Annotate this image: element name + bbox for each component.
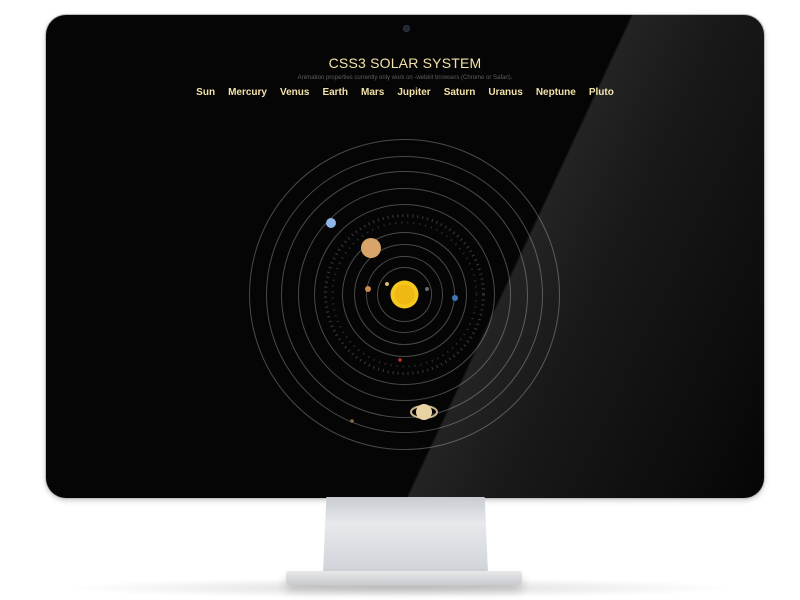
earth-icon[interactable]	[452, 295, 458, 301]
nav-item-sun[interactable]: Sun	[196, 87, 215, 98]
monitor: CSS3 SOLAR SYSTEM Animation properties c…	[46, 15, 764, 498]
nav-item-saturn[interactable]: Saturn	[444, 87, 476, 98]
neptune-icon[interactable]	[326, 218, 336, 228]
nav-item-mars[interactable]: Mars	[361, 87, 384, 98]
jupiter-large-icon[interactable]	[361, 238, 381, 258]
monitor-screen: CSS3 SOLAR SYSTEM Animation properties c…	[46, 15, 764, 498]
mars-icon[interactable]	[398, 358, 402, 362]
venus-icon[interactable]	[385, 282, 389, 286]
pluto-icon[interactable]	[350, 419, 354, 423]
camera-icon	[403, 25, 410, 32]
nav-item-jupiter[interactable]: Jupiter	[397, 87, 430, 98]
page-subtitle: Animation properties currently only work…	[297, 75, 513, 81]
page-title: CSS3 SOLAR SYSTEM	[328, 55, 482, 71]
jupiter-icon[interactable]	[365, 286, 371, 292]
solar-system-diagram	[249, 139, 560, 450]
monitor-base	[286, 571, 522, 585]
nav-item-venus[interactable]: Venus	[280, 87, 309, 98]
mercury-icon[interactable]	[425, 287, 429, 291]
nav-item-mercury[interactable]: Mercury	[228, 87, 267, 98]
nav-item-uranus[interactable]: Uranus	[488, 87, 522, 98]
nav-item-earth[interactable]: Earth	[322, 87, 348, 98]
saturn-icon[interactable]	[410, 404, 438, 420]
monitor-neck	[323, 497, 488, 573]
planet-nav: Sun Mercury Venus Earth Mars Jupiter Sat…	[46, 87, 764, 98]
nav-item-neptune[interactable]: Neptune	[536, 87, 576, 98]
nav-item-pluto[interactable]: Pluto	[589, 87, 614, 98]
sun-core	[394, 284, 415, 305]
